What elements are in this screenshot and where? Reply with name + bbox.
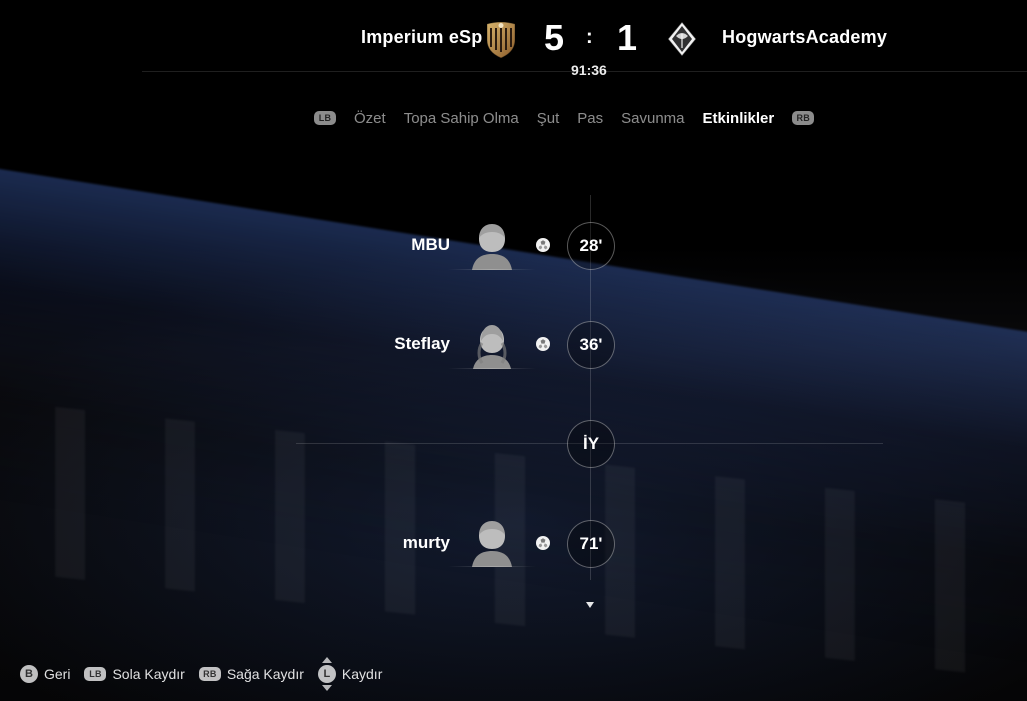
- player-silhouette-icon: [472, 224, 512, 270]
- half-time-badge: İY: [567, 420, 615, 468]
- controller-hints: B Geri LB Sola Kaydır RB Sağa Kaydır L K…: [20, 657, 383, 691]
- event-player-name: murty: [402, 533, 450, 552]
- player-avatar: [448, 317, 536, 369]
- hint-scroll-right[interactable]: RB Sağa Kaydır: [198, 666, 304, 682]
- player-avatar: [448, 515, 536, 567]
- hint-back[interactable]: B Geri: [20, 665, 70, 683]
- player-silhouette-icon: [473, 325, 511, 369]
- player-silhouette-icon: [472, 521, 512, 567]
- stick-up-arrow-icon: [321, 657, 332, 663]
- hint-label: Kaydır: [341, 666, 383, 682]
- scroll-down-arrow-icon[interactable]: [585, 597, 595, 608]
- player-avatar: [448, 218, 536, 270]
- stick-label: L: [323, 668, 331, 680]
- hint-scroll-left[interactable]: LB Sola Kaydır: [84, 666, 185, 682]
- goal-ball-icon: [535, 336, 551, 352]
- goal-ball-icon: [535, 535, 551, 551]
- event-row: murty 71': [0, 0, 1027, 568]
- left-stick-icon: L: [317, 657, 336, 691]
- goal-ball-icon: [535, 237, 551, 253]
- event-minute-badge: 28': [567, 222, 615, 270]
- avatar-underline: [448, 368, 536, 369]
- event-player-name: Steflay: [394, 334, 450, 353]
- event-player-name: MBU: [411, 235, 450, 254]
- hint-label: Sağa Kaydır: [226, 666, 304, 682]
- event-minute-badge: 36': [567, 321, 615, 369]
- stick-down-arrow-icon: [321, 685, 332, 691]
- avatar-underline: [448, 269, 536, 270]
- events-timeline: MBU 28' Steflay 36' İY murty 71': [0, 0, 1027, 701]
- hint-scroll[interactable]: L Kaydır: [317, 657, 383, 691]
- lb-button-icon: LB: [84, 667, 107, 681]
- hint-label: Sola Kaydır: [112, 666, 185, 682]
- avatar-underline: [448, 566, 536, 567]
- event-minute-badge: 71': [567, 520, 615, 568]
- hint-label: Geri: [44, 666, 71, 682]
- rb-button-icon: RB: [198, 667, 221, 681]
- b-button-icon: B: [20, 665, 38, 683]
